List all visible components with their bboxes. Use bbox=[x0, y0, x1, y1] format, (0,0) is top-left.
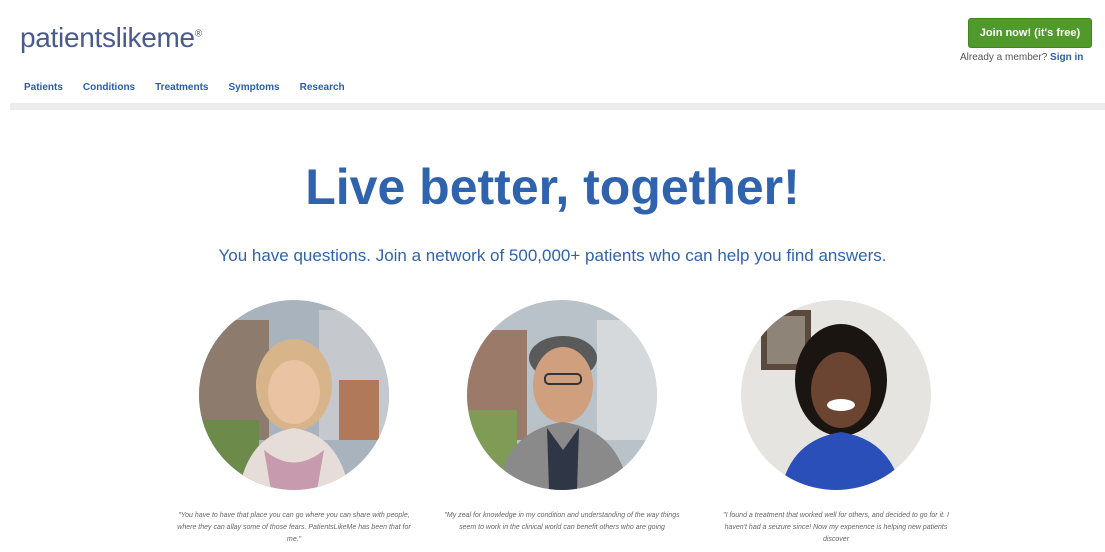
patientslikeme-logo[interactable]: patientslikeme® bbox=[20, 22, 202, 54]
testimonial-card: "I found a treatment that worked well fo… bbox=[706, 300, 966, 546]
sign-in-link[interactable]: Sign in bbox=[1050, 52, 1083, 63]
patient-photo-woman-2 bbox=[741, 300, 931, 490]
nav-treatments[interactable]: Treatments bbox=[155, 82, 208, 93]
logo-part-1: patients bbox=[20, 22, 116, 53]
hero-title: Live better, together! bbox=[305, 159, 800, 215]
registered-mark: ® bbox=[194, 28, 202, 40]
testimonial-card: "You have to have that place you can go … bbox=[164, 300, 424, 546]
testimonial-quote: "I found a treatment that worked well fo… bbox=[723, 512, 949, 543]
main-nav: Patients Conditions Treatments Symptoms … bbox=[24, 82, 345, 93]
nav-research[interactable]: Research bbox=[300, 82, 345, 93]
nav-conditions[interactable]: Conditions bbox=[83, 82, 135, 93]
member-prompt: Already a member? bbox=[960, 52, 1048, 63]
logo-part-2: likeme bbox=[115, 22, 195, 53]
patient-photo-woman bbox=[199, 300, 389, 490]
nav-patients[interactable]: Patients bbox=[24, 82, 63, 93]
nav-symptoms[interactable]: Symptoms bbox=[228, 82, 279, 93]
header-divider bbox=[10, 103, 1105, 110]
patient-photo-man bbox=[467, 300, 657, 490]
testimonial-quote: "My zeal for knowledge in my condition a… bbox=[444, 512, 680, 531]
testimonial-quote: "You have to have that place you can go … bbox=[177, 512, 411, 543]
site-header: patientslikeme® Join now! (it's free) Al… bbox=[0, 0, 1105, 110]
hero-subtitle: You have questions. Join a network of 50… bbox=[218, 246, 887, 265]
join-now-button[interactable]: Join now! (it's free) bbox=[968, 18, 1092, 48]
member-signin-line: Already a member? Sign in bbox=[960, 52, 1083, 63]
testimonial-card: "My zeal for knowledge in my condition a… bbox=[432, 300, 692, 534]
